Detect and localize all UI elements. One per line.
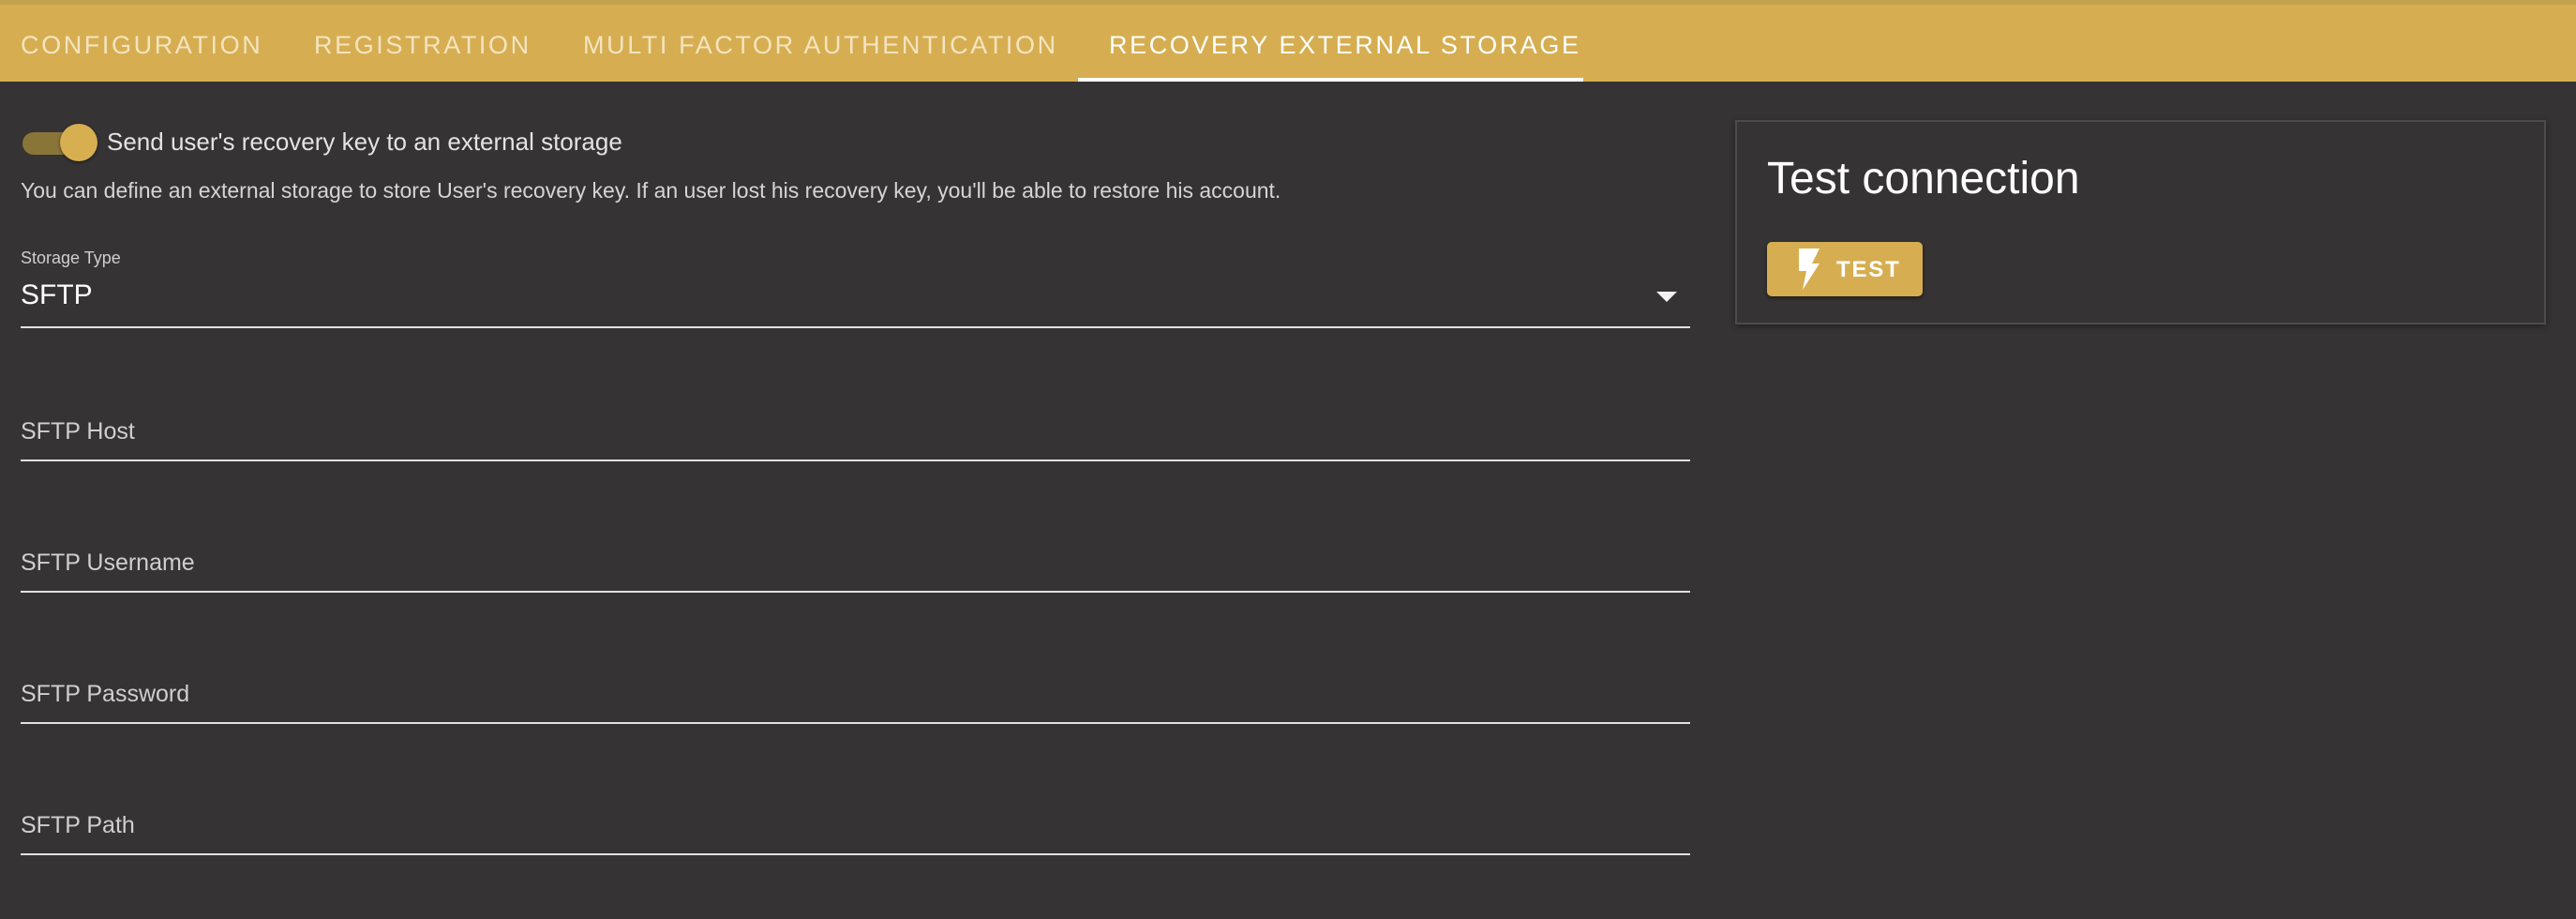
external-storage-toggle[interactable] (22, 124, 97, 161)
storage-type-label: Storage Type (21, 249, 121, 267)
storage-type-underline (21, 326, 1690, 328)
dropdown-arrow-icon (1656, 292, 1677, 302)
toggle-label: Send user's recovery key to an external … (107, 128, 622, 156)
storage-type-select[interactable] (21, 246, 1690, 330)
tab-configuration[interactable]: CONFIGURATION (21, 5, 262, 82)
sftp-password-input[interactable] (21, 677, 1690, 715)
storage-type-value: SFTP (21, 279, 93, 310)
sftp-username-field[interactable]: SFTP Username (21, 536, 1690, 611)
sftp-path-underline (21, 853, 1690, 855)
external-storage-description: You can define an external storage to st… (21, 178, 1281, 203)
sftp-password-field[interactable]: SFTP Password (21, 668, 1690, 743)
tab-bar: CONFIGURATION REGISTRATION MULTI FACTOR … (0, 5, 2576, 82)
sftp-host-input[interactable] (21, 414, 1690, 452)
sftp-host-underline (21, 460, 1690, 461)
sftp-username-underline (21, 591, 1690, 593)
sftp-username-input[interactable] (21, 546, 1690, 583)
test-button-label: TEST (1836, 257, 1901, 282)
tab-recovery-external-storage[interactable]: RECOVERY EXTERNAL STORAGE (1109, 5, 1581, 82)
sftp-password-underline (21, 722, 1690, 724)
tab-registration[interactable]: REGISTRATION (314, 5, 532, 82)
sftp-path-field[interactable]: SFTP Path (21, 799, 1690, 874)
toggle-thumb (60, 124, 97, 161)
tab-multi-factor-authentication[interactable]: MULTI FACTOR AUTHENTICATION (583, 5, 1058, 82)
test-button[interactable]: TEST (1767, 242, 1923, 296)
test-connection-card: Test connection TEST (1735, 120, 2546, 324)
flash-icon (1799, 249, 1820, 290)
test-connection-title: Test connection (1767, 154, 2080, 203)
active-tab-indicator (1078, 78, 1583, 82)
sftp-path-input[interactable] (21, 808, 1690, 846)
sftp-host-field[interactable]: SFTP Host (21, 405, 1690, 480)
